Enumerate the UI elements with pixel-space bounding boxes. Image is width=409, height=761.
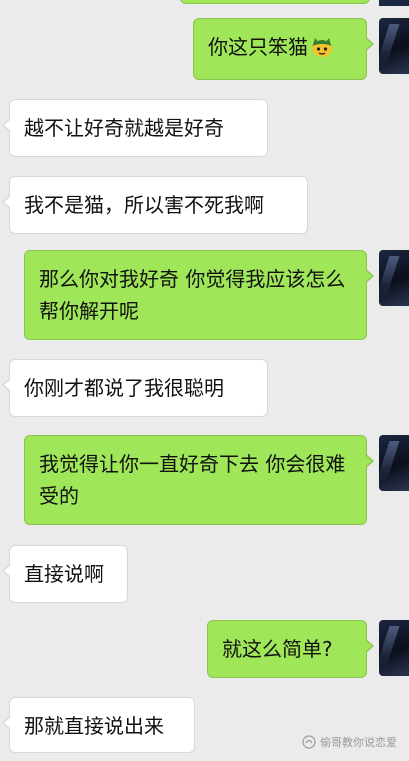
message-bubble-incoming[interactable]: 那就直接说出来: [2, 697, 195, 753]
message-text: 我觉得让你一直好奇下去 你会很难受的: [39, 452, 346, 508]
message-bubble-outgoing[interactable]: 你这只笨猫: [193, 18, 374, 80]
watermark-text: 偷哥教你说恋爱: [320, 736, 397, 749]
message-text: 越不让好奇就越是好奇: [24, 116, 224, 140]
message-text: 我不是猫，所以害不死我啊: [24, 193, 264, 217]
message-text: 直接说啊: [24, 562, 104, 586]
message-bubble-incoming[interactable]: 越不让好奇就越是好奇: [2, 99, 268, 157]
message-bubble-incoming[interactable]: 我不是猫，所以害不死我啊: [2, 176, 308, 234]
message-text: 你刚才都说了我很聪明: [24, 376, 224, 400]
message-text: 那就直接说出来: [24, 714, 164, 738]
message-text: 你这只笨猫: [208, 35, 308, 59]
cat-face-emoji: [312, 38, 332, 57]
avatar[interactable]: [379, 250, 409, 306]
message-bubble-outgoing[interactable]: 就这么简单?: [207, 620, 374, 678]
wechat-official-account-icon: [302, 735, 316, 749]
avatar: [379, 0, 409, 6]
message-bubble-incoming[interactable]: 直接说啊: [2, 545, 128, 603]
previous-message-bubble: [180, 0, 370, 4]
avatar[interactable]: [379, 620, 409, 676]
avatar[interactable]: [379, 435, 409, 491]
avatar[interactable]: [379, 18, 409, 74]
watermark: 偷哥教你说恋爱: [302, 734, 397, 750]
message-bubble-outgoing[interactable]: 我觉得让你一直好奇下去 你会很难受的: [24, 435, 374, 525]
message-text: 那么你对我好奇 你觉得我应该怎么帮你解开呢: [39, 267, 346, 323]
message-bubble-outgoing[interactable]: 那么你对我好奇 你觉得我应该怎么帮你解开呢: [24, 250, 374, 340]
message-text: 就这么简单?: [222, 637, 333, 661]
message-bubble-incoming[interactable]: 你刚才都说了我很聪明: [2, 359, 268, 417]
